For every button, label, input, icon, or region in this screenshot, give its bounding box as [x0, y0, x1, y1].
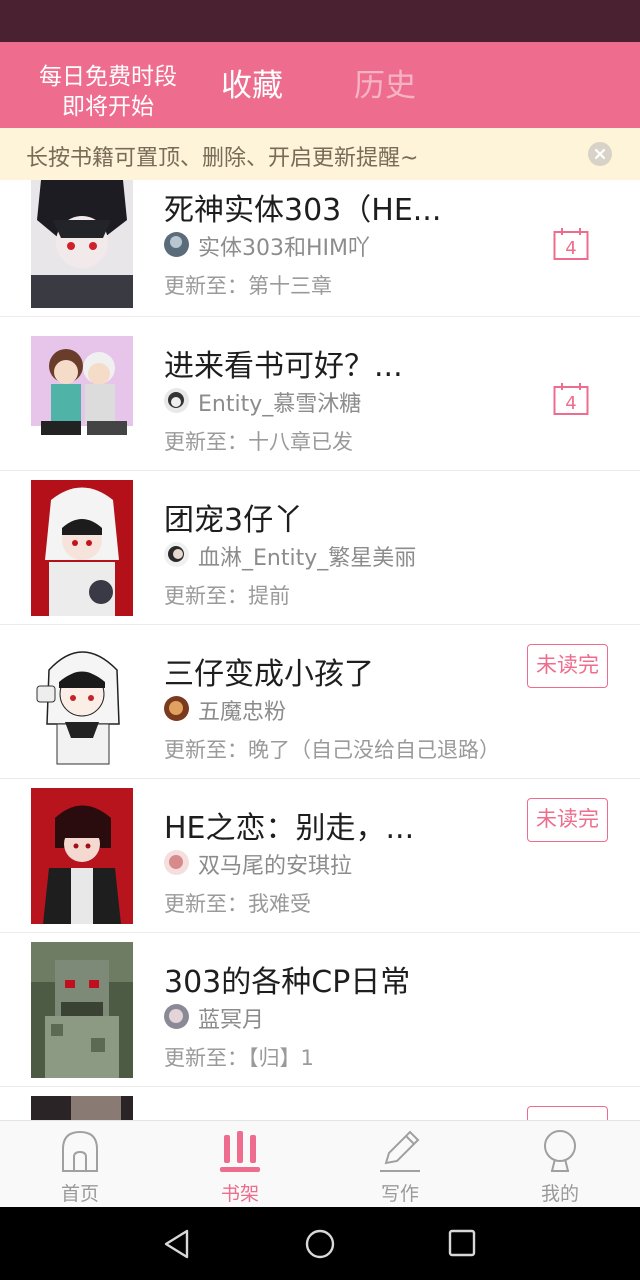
book-title: 一 — [164, 1111, 194, 1120]
book-cover — [31, 180, 133, 308]
app-header: 每日免费时段 即将开始 收藏 历史 — [0, 42, 640, 128]
close-icon[interactable] — [588, 142, 612, 166]
tab-mine[interactable]: 我的 — [480, 1121, 640, 1208]
unread-badge[interactable]: 未读完 — [527, 644, 608, 688]
tip-bar: 长按书籍可置顶、删除、开启更新提醒~ — [0, 128, 640, 180]
author-name: Entity_慕雪沐糖 — [198, 392, 362, 417]
tip-text: 长按书籍可置顶、删除、开启更新提醒~ — [26, 146, 419, 171]
bookshelf-list: 死神实体303（HE... 实体303和HIM吖 更新至：第十三章 4 进来看书… — [0, 180, 640, 1120]
calendar-icon[interactable]: 4 — [553, 382, 589, 416]
book-title: 团宠3仔丫 — [164, 503, 304, 538]
update-info: 更新至：【归】1 — [164, 1046, 314, 1070]
free-period-line2: 即将开始 — [62, 94, 154, 120]
author-name: 双马尾的安琪拉 — [198, 854, 353, 879]
tab-favorites[interactable]: 收藏 — [221, 68, 283, 104]
book-title: 死神实体303（HE... — [164, 193, 442, 228]
update-info: 更新至：第十三章 — [164, 274, 332, 298]
bookshelf-icon — [220, 1129, 260, 1173]
update-info: 更新至：十八章已发 — [164, 430, 353, 454]
system-nav-bar — [0, 1207, 640, 1280]
tab-write-label: 写作 — [380, 1183, 419, 1205]
list-item[interactable]: HE之恋：别走，... 双马尾的安琪拉 更新至：我难受 未读完 — [0, 779, 640, 933]
free-period-line1: 每日免费时段 — [39, 64, 177, 90]
recents-square-icon[interactable] — [448, 1229, 476, 1257]
update-info: 更新至：晚了（自己没给自己退路） — [164, 738, 500, 762]
author-name: 五魔忠粉 — [198, 700, 287, 725]
tab-shelf[interactable]: 书架 — [160, 1121, 320, 1208]
author-name: 实体303和HIM吖 — [198, 236, 371, 261]
list-item[interactable]: 进来看书可好？... Entity_慕雪沐糖 更新至：十八章已发 4 — [0, 317, 640, 471]
tab-write[interactable]: 写作 — [320, 1121, 480, 1208]
list-item[interactable]: 303的各种CP日常 蓝冥月 更新至：【归】1 — [0, 933, 640, 1087]
book-title: 303的各种CP日常 — [164, 965, 411, 1000]
avatar — [164, 696, 189, 721]
status-bar — [0, 0, 640, 42]
back-triangle-icon[interactable] — [163, 1229, 191, 1259]
tab-home[interactable]: 首页 — [0, 1121, 160, 1208]
pencil-icon — [380, 1129, 420, 1173]
book-title: HE之恋：别走，... — [164, 811, 415, 846]
avatar — [164, 850, 189, 875]
book-cover — [31, 480, 133, 616]
book-title: 进来看书可好？... — [164, 349, 403, 384]
book-cover — [31, 1096, 133, 1120]
author-name: 血淋_Entity_繁星美丽 — [198, 546, 417, 571]
update-info: 更新至：我难受 — [164, 892, 311, 916]
unread-badge[interactable] — [527, 1106, 608, 1120]
list-item[interactable]: 一 — [0, 1087, 640, 1120]
list-item[interactable]: 团宠3仔丫 血淋_Entity_繁星美丽 更新至：提前 — [0, 471, 640, 625]
tab-home-label: 首页 — [60, 1183, 99, 1205]
home-circle-icon[interactable] — [304, 1228, 336, 1260]
free-period-banner[interactable]: 每日免费时段 即将开始 — [22, 62, 194, 122]
tab-history[interactable]: 历史 — [354, 68, 416, 104]
tab-mine-label: 我的 — [540, 1183, 579, 1205]
user-icon — [540, 1129, 580, 1173]
unread-badge[interactable]: 未读完 — [527, 798, 608, 842]
bottom-tab-bar: 首页 书架 写作 我的 — [0, 1120, 640, 1207]
book-cover — [31, 634, 133, 770]
book-cover — [31, 788, 133, 924]
calendar-icon[interactable]: 4 — [553, 227, 589, 261]
book-title: 三仔变成小孩了 — [164, 657, 374, 692]
avatar — [164, 388, 189, 413]
tab-shelf-label: 书架 — [220, 1183, 259, 1205]
svg-text:4: 4 — [565, 238, 576, 259]
book-cover — [31, 326, 133, 462]
book-cover — [31, 942, 133, 1078]
update-info: 更新至：提前 — [164, 584, 290, 608]
list-item[interactable]: 三仔变成小孩了 五魔忠粉 更新至：晚了（自己没给自己退路） 未读完 — [0, 625, 640, 779]
avatar — [164, 232, 189, 257]
author-name: 蓝冥月 — [198, 1008, 265, 1033]
svg-text:4: 4 — [565, 393, 576, 414]
avatar — [164, 542, 189, 567]
list-item[interactable]: 死神实体303（HE... 实体303和HIM吖 更新至：第十三章 4 — [0, 180, 640, 317]
home-icon — [60, 1129, 100, 1173]
avatar — [164, 1004, 189, 1029]
